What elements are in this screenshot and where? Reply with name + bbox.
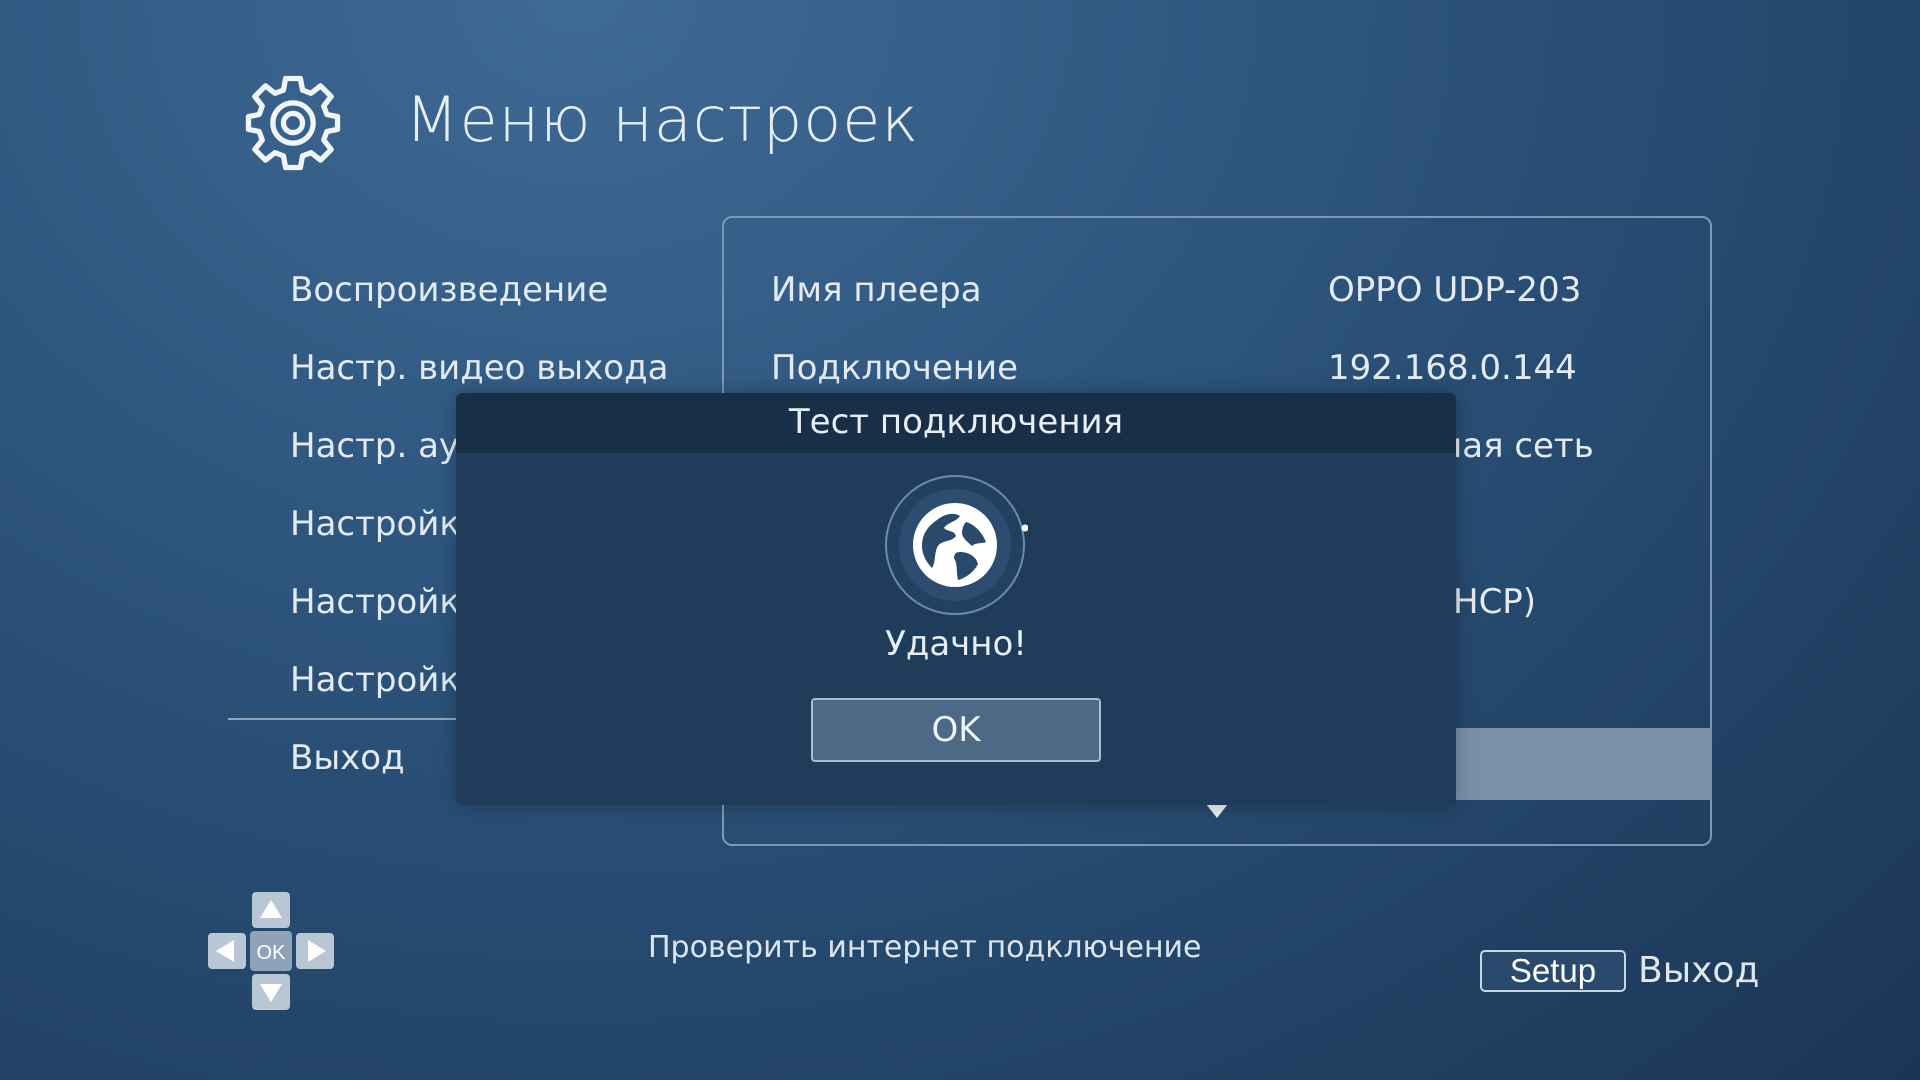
help-hint: Проверить интернет подключение [648, 930, 1202, 965]
menu-item-settings-2[interactable]: Настройка [290, 582, 481, 622]
selected-row-highlight[interactable] [1440, 728, 1712, 800]
menu-item-playback[interactable]: Воспроизведение [290, 270, 608, 310]
globe-icon [885, 475, 1028, 615]
menu-item-settings-3[interactable]: Настройка [290, 660, 481, 700]
menu-item-exit[interactable]: Выход [290, 738, 405, 778]
menu-item-audio[interactable]: Настр. ауд [290, 426, 483, 466]
menu-divider [228, 718, 458, 720]
dpad-ok-label: OK [257, 942, 287, 964]
row-label-player-name: Имя плеера [771, 270, 982, 310]
row-value-player-name: OPPO UDP-203 [1328, 270, 1582, 310]
dialog-title: Тест подключения [788, 402, 1124, 442]
status-text: Удачно! [885, 624, 1027, 664]
menu-item-video-output[interactable]: Настр. видео выхода [290, 348, 668, 388]
row-label-connection[interactable]: Подключение [771, 348, 1018, 388]
setup-key-button[interactable]: Setup [1480, 950, 1626, 992]
row-value-network: ная сеть [1440, 426, 1594, 466]
chevron-down-icon [1206, 804, 1228, 818]
page-title: Меню настроек [405, 83, 920, 156]
setup-key-action-label: Выход [1638, 950, 1760, 991]
menu-item-settings-1[interactable]: Настройка [290, 504, 481, 544]
row-value-connection: 192.168.0.144 [1328, 348, 1577, 388]
dpad-icon: OK [208, 892, 334, 1010]
gear-icon [245, 75, 341, 171]
row-value-dhcp: HCP) [1453, 582, 1537, 622]
ok-button[interactable]: OK [811, 698, 1101, 762]
